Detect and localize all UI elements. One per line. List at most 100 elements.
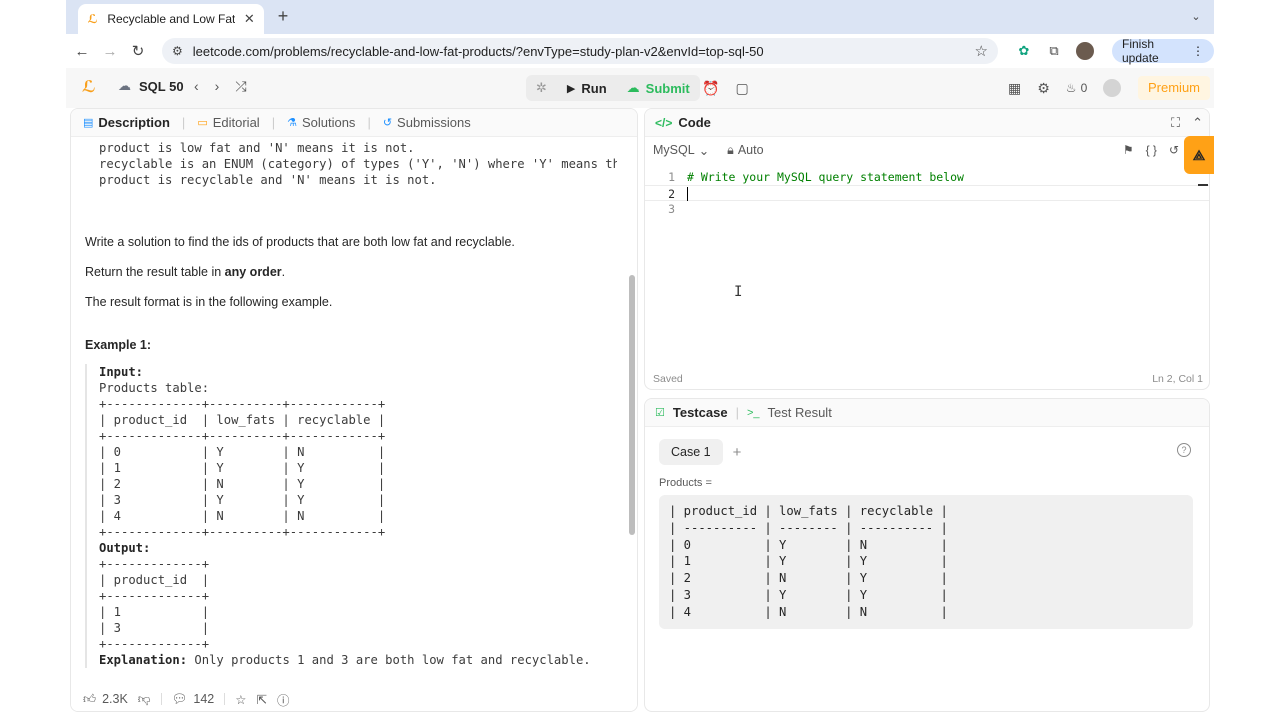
browser-window: ℒ Recyclable and Low Fat Prod ✕ + ⌄ ← → … xyxy=(66,0,1214,720)
description-tabs: ▤ Description | ▭ Editorial | ⚗ Solution… xyxy=(71,109,637,137)
settings-gear-icon[interactable]: ⚙ xyxy=(1037,80,1050,97)
case-1-button[interactable]: Case 1 xyxy=(659,439,723,465)
editor-line[interactable]: 3 xyxy=(645,201,1209,217)
debug-button[interactable]: ✲ xyxy=(526,75,557,101)
study-plan-label: SQL 50 xyxy=(139,78,184,94)
code-panel: </> Code ⛶ ⌃ MySQL ⌄ 🔒︎ Auto ⚑ { } ↺ 1 #… xyxy=(644,108,1210,390)
tab-description[interactable]: ▤ Description xyxy=(83,115,170,130)
tab-testcase[interactable]: Testcase xyxy=(673,405,728,420)
study-plan-selector[interactable]: ☁ SQL 50 xyxy=(118,78,184,94)
run-label: Run xyxy=(581,80,607,96)
comment-count: 142 xyxy=(193,692,215,706)
tab-submissions[interactable]: ↺ Submissions xyxy=(383,115,471,130)
input-variable-label: Products = xyxy=(659,477,712,489)
editor-line-active[interactable]: 2 xyxy=(645,185,1209,201)
finish-update-label: Finish update xyxy=(1122,37,1159,65)
bookmark-star-icon[interactable]: ☆ xyxy=(975,42,988,60)
url-text[interactable]: leetcode.com/problems/recyclable-and-low… xyxy=(193,44,965,59)
reload-icon[interactable]: ↻ xyxy=(124,42,152,60)
tab-test-result[interactable]: Test Result xyxy=(768,405,832,420)
layout-grid-icon[interactable]: ▦ xyxy=(1008,80,1021,97)
window-left-margin xyxy=(0,0,66,720)
browser-menu-icon[interactable]: ⋮ xyxy=(1192,44,1204,58)
tab-editorial[interactable]: ▭ Editorial xyxy=(197,115,259,130)
finish-update-button[interactable]: Finish update ⋮ xyxy=(1112,37,1214,65)
auto-mode-toggle[interactable]: 🔒︎ Auto xyxy=(727,143,763,158)
profile-avatar[interactable] xyxy=(1076,42,1094,60)
help-question-icon[interactable]: ? xyxy=(1177,443,1191,457)
format-note: The result format is in the following ex… xyxy=(85,295,333,309)
reset-icon[interactable]: ↺ xyxy=(1169,143,1179,157)
description-panel: ▤ Description | ▭ Editorial | ⚗ Solution… xyxy=(70,108,638,712)
prev-problem-icon[interactable]: ‹ xyxy=(194,78,199,95)
ai-assistant-icon[interactable]: ⟁ xyxy=(1184,136,1214,174)
checkbox-icon: ☑ xyxy=(655,407,665,419)
favorite-button[interactable]: ☆ xyxy=(235,692,246,707)
like-button[interactable]: 👍︎ 2.3K xyxy=(83,692,128,707)
extension-gpt-icon[interactable]: ✿ xyxy=(1016,43,1032,59)
line-number: 2 xyxy=(668,187,675,201)
site-info-icon[interactable]: ⚙ xyxy=(172,44,183,58)
streak-counter[interactable]: ♨ 0 xyxy=(1066,81,1087,95)
share-icon: ⇱ xyxy=(256,692,267,707)
notes-icon[interactable]: ▢ xyxy=(735,80,748,97)
maximize-icon[interactable]: ⛶ xyxy=(1171,115,1180,131)
order-note-prefix: Return the result table in xyxy=(85,265,225,279)
tab-title: Recyclable and Low Fat Prod xyxy=(107,12,235,26)
shuffle-icon[interactable]: ⤮ xyxy=(235,78,246,95)
code-editor[interactable]: 1 # Write your MySQL query statement bel… xyxy=(645,169,1209,359)
leetcode-logo-icon[interactable]: ℒ xyxy=(82,80,98,96)
browser-tab[interactable]: ℒ Recyclable and Low Fat Prod ✕ xyxy=(78,4,264,34)
explanation-label: Explanation: xyxy=(99,653,188,667)
flask-icon: ⚗ xyxy=(287,117,297,129)
new-tab-button[interactable]: + xyxy=(274,6,292,27)
mouse-ibeam-cursor-icon: I xyxy=(734,284,743,300)
schema-notes: product is low fat and 'N' means it is n… xyxy=(99,141,617,187)
leetcode-navbar: ℒ ☁ SQL 50 ‹ › ⤮ ✲ ▶ Run ☁ Submit ⏰ ▢ ▦ xyxy=(66,68,1214,108)
add-case-button[interactable]: + xyxy=(733,444,742,461)
language-select[interactable]: MySQL ⌄ xyxy=(653,143,709,158)
like-count: 2.3K xyxy=(102,692,128,706)
history-icon: ↺ xyxy=(382,117,393,129)
extensions-puzzle-icon[interactable]: ⧉ xyxy=(1046,43,1062,59)
save-status: Saved xyxy=(653,373,683,385)
output-label: Output: xyxy=(99,541,151,555)
user-avatar[interactable] xyxy=(1103,79,1122,97)
tab-search-icon[interactable]: ⌄ xyxy=(1186,7,1206,27)
bookmark-icon[interactable]: ⚑ xyxy=(1123,143,1134,157)
cloud-icon: ☁ xyxy=(118,78,131,93)
extensions-area: ✿ ⧉ xyxy=(1016,42,1094,60)
tab-solutions[interactable]: ⚗ Solutions xyxy=(287,115,355,130)
problem-navigation: ‹ › ⤮ xyxy=(194,78,247,95)
run-button[interactable]: ▶ Run xyxy=(557,75,617,101)
dislike-button[interactable]: 👎︎ xyxy=(138,692,151,707)
close-tab-icon[interactable]: ✕ xyxy=(243,11,256,27)
code-header-tools: ⛶ ⌃ xyxy=(1171,115,1203,131)
chevron-down-icon: ⌄ xyxy=(698,143,710,158)
submit-button[interactable]: ☁ Submit xyxy=(617,75,700,101)
collapse-chevron-up-icon[interactable]: ⌃ xyxy=(1192,115,1203,131)
next-problem-icon[interactable]: › xyxy=(215,78,220,95)
premium-button[interactable]: Premium xyxy=(1138,76,1211,100)
address-bar-row: ← → ↻ ⚙ leetcode.com/problems/recyclable… xyxy=(66,34,1214,68)
problem-statement: Write a solution to find the ids of prod… xyxy=(85,235,515,249)
input-variable-value[interactable]: | product_id | low_fats | recyclable | |… xyxy=(659,495,1193,629)
format-braces-icon[interactable]: { } xyxy=(1146,143,1157,157)
omnibox[interactable]: ⚙ leetcode.com/problems/recyclable-and-l… xyxy=(162,38,998,64)
feedback-button[interactable]: ⓘ xyxy=(277,690,290,709)
explanation-text: Only products 1 and 3 are both low fat a… xyxy=(187,653,591,667)
window-right-margin xyxy=(1214,0,1280,720)
help-circle-icon: ⓘ xyxy=(276,693,290,708)
bug-icon: ✲ xyxy=(536,80,547,95)
comments-button[interactable]: 💬︎ 142 xyxy=(172,692,215,707)
timer-notes-group: ⏰ ▢ xyxy=(702,80,749,97)
auto-mode-label: Auto xyxy=(737,143,764,157)
back-icon[interactable]: ← xyxy=(68,43,96,60)
timer-icon[interactable]: ⏰ xyxy=(702,80,719,97)
editor-line[interactable]: 1 # Write your MySQL query statement bel… xyxy=(645,169,1209,185)
tab-divider: | xyxy=(735,405,739,420)
share-button[interactable]: ⇱ xyxy=(256,692,266,707)
description-scrollbar[interactable] xyxy=(629,275,635,535)
forward-icon[interactable]: → xyxy=(96,43,124,60)
language-value: MySQL xyxy=(653,143,695,157)
